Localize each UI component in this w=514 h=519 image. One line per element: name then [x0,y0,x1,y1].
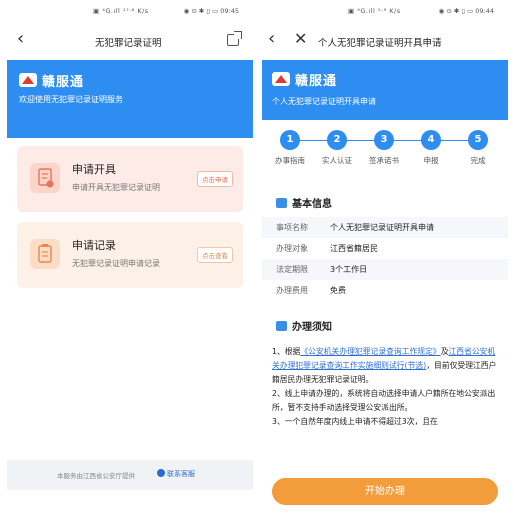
note-paragraph: 1、根据《公安机关办理犯罪记录查询工作规定》及江西省公安机关办理犯罪记录查询工作… [272,345,498,387]
card-subtitle: 无犯罪记录证明申请记录 [72,259,160,268]
info-row: 办理费用 免费 [262,280,508,301]
card-title: 申请记录 [72,239,116,252]
note-text: 及 [440,347,449,356]
info-key: 法定期限 [276,265,308,274]
basic-info-heading: 基本信息 [276,195,332,210]
status-icons: ◉ ⊙ ✱ ▯ ▭ 09:45 [183,7,239,15]
nav-bar: ‹ 无犯罪记录证明 [7,22,253,60]
brand-name: 赣服通 [295,74,338,89]
info-row: 办理对象 江西省籍居民 [262,238,508,259]
provider-text: 本服务由江西省公安厅提供 [57,472,135,480]
info-row: 事项名称 个人无犯罪记录证明开具申请 [262,217,508,238]
customer-service-link[interactable]: 联系客服 [157,469,195,479]
left-screen: ▣ ⁴G.ıll ¹⁷·⁶ K/s ◉ ⊙ ✱ ▯ ▭ 09:45 ‹ 无犯罪记… [7,0,253,519]
logo-icon [19,73,37,87]
info-value: 免费 [330,286,346,295]
note-paragraph: 3、一个自然年度内线上申请不得超过3次，且在 [272,417,438,426]
nav-bar: ‹ ✕ 个人无犯罪记录证明开具申请 [262,22,508,60]
info-key: 办理费用 [276,286,308,295]
brand-name: 赣服通 [42,75,85,90]
page-title: 无犯罪记录证明 [95,38,162,49]
info-row: 法定期限 3个工作日 [262,259,508,280]
section-title: 基本信息 [292,199,332,210]
note-text: 1、根据 [272,347,301,356]
status-bar: ▣ ⁴G.ıll ⁰·⁹ K/s ◉ ⊙ ✱ ▯ ▭ 09:44 [262,0,508,22]
section-title: 办理须知 [292,322,332,333]
status-icons: ◉ ⊙ ✱ ▯ ▭ 09:44 [438,7,494,15]
step-3: 3 签承诺书 [359,130,409,166]
right-screen: ▣ ⁴G.ıll ⁰·⁹ K/s ◉ ⊙ ✱ ▯ ▭ 09:44 ‹ ✕ 个人无… [262,0,508,519]
notebook-icon [276,321,287,331]
header-banner: 赣服通 欢迎使用无犯罪记录证明服务 [7,60,253,138]
customer-service-label: 联系客服 [167,470,195,478]
step-label: 签承诺书 [369,156,399,165]
service-subtitle: 个人无犯罪记录证明开具申请 [272,97,376,106]
page-title: 个人无犯罪记录证明开具申请 [318,38,442,49]
card-title: 申请开具 [72,163,116,176]
step-number: 2 [327,130,347,150]
back-arrow-icon[interactable]: ‹ [17,30,24,48]
step-number: 5 [468,130,488,150]
signal-indicator: ▣ ⁴G.ıll ¹⁷·⁶ K/s [93,7,149,15]
step-number: 3 [374,130,394,150]
step-1: 1 办事指南 [265,130,315,166]
welcome-text: 欢迎使用无犯罪记录证明服务 [19,95,123,104]
step-5: 5 完成 [453,130,503,166]
card-subtitle: 申请开具无犯罪记录证明 [72,183,160,192]
step-4: 4 申报 [406,130,456,166]
headset-icon [157,469,165,477]
apply-card[interactable]: 申请开具 申请开具无犯罪记录证明 点击申请 [17,146,243,212]
logo-icon [272,72,290,86]
footer: 本服务由江西省公安厅提供 联系客服 [7,460,253,490]
header-banner: 赣服通 个人无犯罪记录证明开具申请 [262,60,508,120]
notes-heading: 办理须知 [276,318,332,333]
step-label: 办事指南 [275,156,305,165]
start-button[interactable]: 开始办理 [272,478,498,505]
info-key: 办理对象 [276,244,308,253]
step-label: 完成 [470,156,486,165]
step-number: 1 [280,130,300,150]
regulation-link[interactable]: 《公安机关办理犯罪记录查询工作规定》 [300,347,440,356]
info-value: 个人无犯罪记录证明开具申请 [330,223,434,232]
info-value: 江西省籍居民 [330,244,378,253]
signal-indicator: ▣ ⁴G.ıll ⁰·⁹ K/s [348,7,401,15]
note-paragraph: 2、线上申请办理的，系统将自动选择申请人户籍所在地公安派出所，暂不支持手动选择受… [272,389,496,412]
close-icon[interactable]: ✕ [294,30,307,48]
view-button[interactable]: 点击查看 [197,247,233,263]
back-arrow-icon[interactable]: ‹ [268,30,275,48]
share-icon[interactable] [227,31,242,46]
apply-button[interactable]: 点击申请 [197,171,233,187]
step-label: 申报 [423,156,439,165]
clipboard-icon [30,239,60,269]
progress-steps: 1 办事指南 2 实人认证 3 签承诺书 4 申报 5 完成 [262,130,508,178]
status-bar: ▣ ⁴G.ıll ¹⁷·⁶ K/s ◉ ⊙ ✱ ▯ ▭ 09:45 [7,0,253,22]
info-key: 事项名称 [276,223,308,232]
layers-icon [276,198,287,208]
step-label: 实人认证 [322,156,352,165]
document-icon [30,163,60,193]
notes-content: 1、根据《公安机关办理犯罪记录查询工作规定》及江西省公安机关办理犯罪记录查询工作… [272,345,498,470]
step-2: 2 实人认证 [312,130,362,166]
step-number: 4 [421,130,441,150]
info-value: 3个工作日 [330,265,368,274]
records-card[interactable]: 申请记录 无犯罪记录证明申请记录 点击查看 [17,222,243,288]
